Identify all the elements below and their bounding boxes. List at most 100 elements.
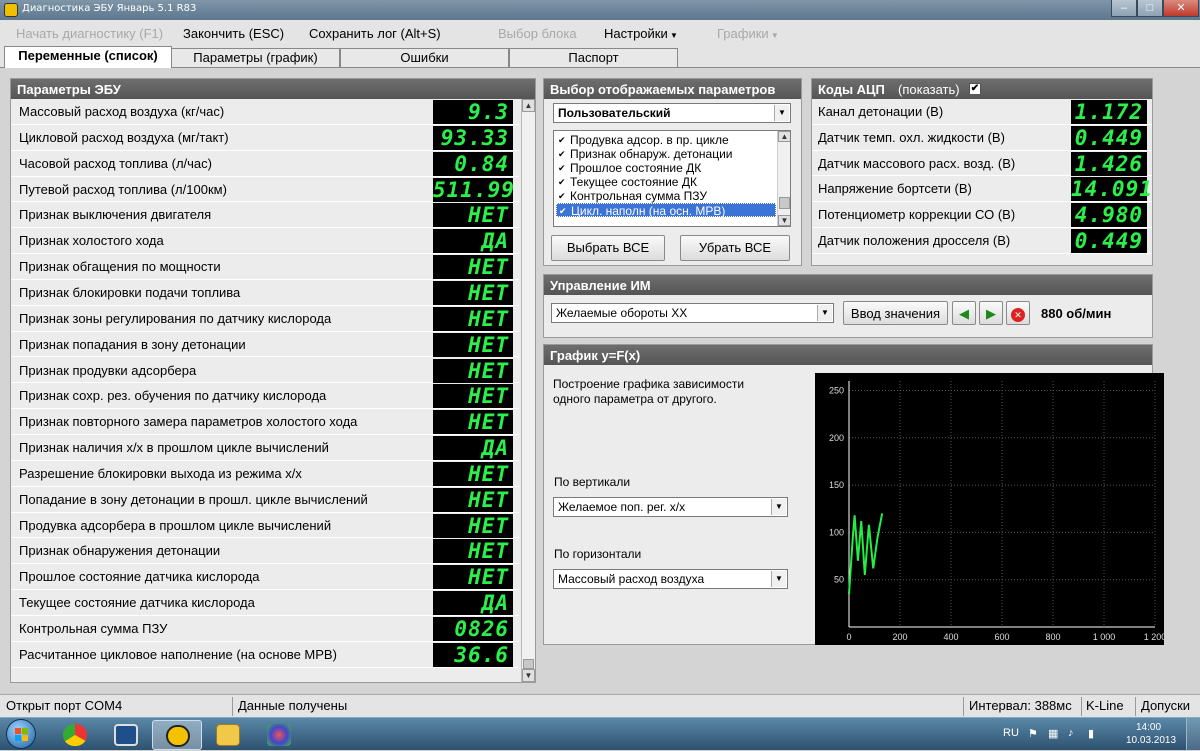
tab-passport[interactable]: Паспорт <box>509 48 678 68</box>
taskbar-app-desktop[interactable] <box>101 720 151 750</box>
ecu-param-label: Признак выключения двигателя <box>19 207 212 223</box>
checkbox-icon[interactable]: ✔ <box>558 149 566 159</box>
ecu-param-value: ДА <box>433 229 513 254</box>
menu-select-block[interactable]: Выбор блока <box>498 26 577 41</box>
scroll-up-arrow[interactable]: ▲ <box>522 99 535 112</box>
taskbar-app-diagnostics[interactable] <box>152 720 202 750</box>
ecu-scrollbar[interactable]: ▲ ▼ <box>521 99 535 682</box>
adc-label: Датчик массового расх. возд. (В) <box>818 155 1016 171</box>
param-list-item[interactable]: ✔ Прошлое состояние ДК <box>556 161 776 175</box>
scroll-down-arrow[interactable]: ▼ <box>778 215 790 226</box>
ecu-param-row: Признак выключения двигателя НЕТ <box>11 202 519 229</box>
start-button[interactable] <box>6 719 36 749</box>
select-all-button[interactable]: Выбрать ВСЕ <box>551 235 665 261</box>
ecu-param-value: НЕТ <box>433 539 513 564</box>
menu-settings[interactable]: Настройки ▼ <box>604 26 678 41</box>
folder-icon <box>216 724 240 746</box>
language-indicator[interactable]: RU <box>1003 727 1019 739</box>
param-list-item[interactable]: ✔ Текущее состояние ДК <box>556 175 776 189</box>
ecu-param-label: Признак наличия х/х в прошлом цикле вычи… <box>19 440 329 456</box>
scroll-up-arrow[interactable]: ▲ <box>778 131 790 142</box>
param-list-item[interactable]: ✔ Контрольная сумма ПЗУ <box>556 189 776 203</box>
tab-errors[interactable]: Ошибки <box>340 48 509 68</box>
stop-icon[interactable]: ✕ <box>1006 301 1030 325</box>
taskbar: RU ⚑ ▦ ♪ ▮ 14:00 10.03.2013 <box>0 717 1200 751</box>
menu-finish[interactable]: Закончить (ESC) <box>183 26 284 41</box>
checkbox-icon[interactable]: ✔ <box>558 163 566 173</box>
ecu-param-value: ДА <box>433 436 513 461</box>
control-title: Управление ИМ <box>544 275 1152 295</box>
maximize-button[interactable]: □ <box>1137 0 1163 17</box>
menu-start-diagnostics[interactable]: Начать диагностику (F1) <box>16 26 163 41</box>
tray-flag-icon[interactable]: ⚑ <box>1028 727 1038 740</box>
checkbox-icon[interactable]: ✔ <box>558 191 566 201</box>
tray-network-icon[interactable]: ▦ <box>1048 727 1058 740</box>
ecu-param-row: Признак наличия х/х в прошлом цикле вычи… <box>11 435 519 461</box>
tab-variables-list[interactable]: Переменные (список) <box>4 46 172 68</box>
menu-save-log[interactable]: Сохранить лог (Alt+S) <box>309 26 441 41</box>
ecu-param-row: Признак обгащения по мощности НЕТ <box>11 254 519 280</box>
ecu-param-row: Контрольная сумма ПЗУ 0826 <box>11 616 519 642</box>
param-list-label: Контрольная сумма ПЗУ <box>570 189 707 203</box>
adc-value: 1.172 <box>1071 100 1147 124</box>
taskbar-app-explorer[interactable] <box>203 720 253 750</box>
adc-panel: Коды АЦП (показать) ✔ Канал детонации (В… <box>811 78 1153 266</box>
x-tick-label: 400 <box>943 632 958 642</box>
param-list-item[interactable]: ✔ Продувка адсор. в пр. цикле <box>556 133 776 147</box>
checkbox-icon[interactable]: ✔ <box>558 177 566 187</box>
params-checklist: ✔ Продувка адсор. в пр. цикле ✔ Признак обн… <box>553 130 791 227</box>
tab-parameters-graph[interactable]: Параметры (график) <box>171 48 340 68</box>
actuator-select[interactable]: Желаемые обороты ХХ ▼ <box>551 303 834 323</box>
ecu-param-label: Признак обгащения по мощности <box>19 259 221 275</box>
ecu-param-value: НЕТ <box>433 203 513 228</box>
minimize-button[interactable]: – <box>1111 0 1137 17</box>
close-button[interactable]: ✕ <box>1163 0 1199 17</box>
ecu-param-row: Попадание в зону детонации в прошл. цикл… <box>11 486 519 513</box>
ecu-param-label: Текущее состояние датчика кислорода <box>19 595 255 611</box>
title-bar: Диагностика ЭБУ Январь 5.1 R83 – □ ✕ <box>0 0 1200 20</box>
left-arrow-icon[interactable]: ◀ <box>952 301 976 325</box>
ecu-param-label: Признак попадания в зону детонации <box>19 336 246 352</box>
checkbox-icon[interactable]: ✔ <box>558 135 566 145</box>
menu-charts[interactable]: Графики ▼ <box>717 26 779 41</box>
tray-volume-icon[interactable]: ♪ <box>1068 727 1074 739</box>
adc-show-checkbox[interactable]: ✔ <box>969 83 981 95</box>
ecu-param-value: НЕТ <box>433 332 513 357</box>
list-scrollbar[interactable]: ▲ ▼ <box>777 131 790 226</box>
clock-date[interactable]: 10.03.2013 <box>1126 735 1176 746</box>
checkbox-icon[interactable]: ✔ <box>559 206 567 216</box>
ecu-param-label: Признак обнаружения детонации <box>19 543 221 559</box>
clear-all-button[interactable]: Убрать ВСЕ <box>680 235 790 261</box>
horizontal-param-select[interactable]: Массовый расход воздуха ▼ <box>553 569 788 589</box>
tray-battery-icon[interactable]: ▮ <box>1088 727 1094 740</box>
vertical-label: По вертикали <box>554 475 631 489</box>
enter-value-button[interactable]: Ввод значения <box>843 301 948 325</box>
show-desktop-button[interactable] <box>1186 718 1200 751</box>
scroll-thumb[interactable] <box>523 659 534 669</box>
ecu-param-label: Путевой расход топлива (л/100км) <box>19 181 227 197</box>
ecu-param-value: НЕТ <box>433 565 513 590</box>
param-list-item[interactable]: ✔ Признак обнаруж. детонации <box>556 147 776 161</box>
taskbar-app-paint[interactable] <box>254 720 304 750</box>
scroll-thumb[interactable] <box>779 197 790 209</box>
ecu-param-label: Признак блокировки подачи топлива <box>19 284 241 300</box>
param-list-item[interactable]: ✔ Цикл. наполн (на осн. МРВ) <box>556 203 776 218</box>
ecu-param-label: Попадание в зону детонации в прошл. цикл… <box>19 491 368 507</box>
preset-select[interactable]: Пользовательский ▼ <box>553 103 791 123</box>
scroll-down-arrow[interactable]: ▼ <box>522 669 535 682</box>
taskbar-app-chrome[interactable] <box>50 720 100 750</box>
adc-label: Канал детонации (В) <box>818 104 944 119</box>
ecu-params-list: Массовый расход воздуха (кг/час) 9.3 Цикло… <box>11 99 521 683</box>
ecu-param-row: Часовой расход топлива (л/час) 0.84 <box>11 150 519 177</box>
adc-row: Датчик массового расх. возд. (В) 1.426 <box>812 151 1152 177</box>
ecu-param-value: НЕТ <box>433 255 513 280</box>
ecu-param-row: Признак попадания в зону детонации НЕТ <box>11 331 519 358</box>
status-port: Открыт порт COM4 <box>6 698 123 713</box>
param-list-label: Признак обнаруж. детонации <box>570 147 733 161</box>
vertical-param-select[interactable]: Желаемое поп. рег. х/х ▼ <box>553 497 788 517</box>
clock-time[interactable]: 14:00 <box>1136 722 1161 733</box>
adc-label: Напряжение бортсети (В) <box>818 181 972 197</box>
param-list-label: Цикл. наполн (на осн. МРВ) <box>571 204 726 218</box>
right-arrow-icon[interactable]: ▶ <box>979 301 1003 325</box>
param-list-label: Прошлое состояние ДК <box>570 161 702 175</box>
